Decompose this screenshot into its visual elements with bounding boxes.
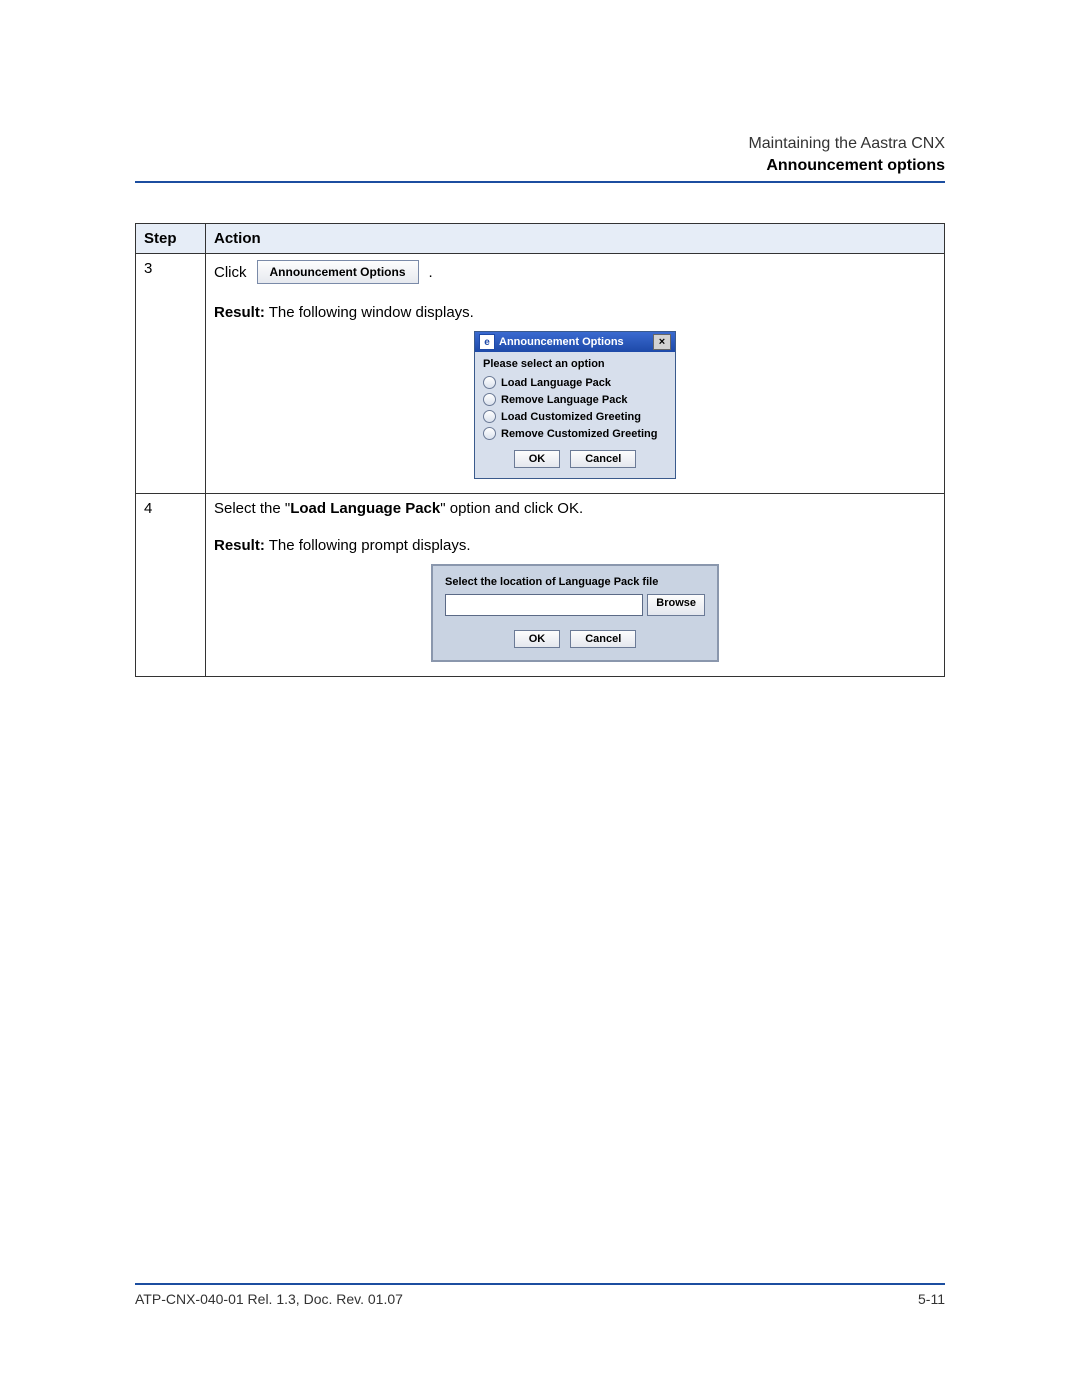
table-row: 4 Select the "Load Language Pack" option…: [136, 494, 945, 677]
app-icon: e: [479, 334, 495, 350]
col-header-step: Step: [136, 224, 206, 254]
header-rule: [135, 181, 945, 183]
click-word: Click: [214, 264, 247, 281]
steps-table: Step Action 3 Click Announcement Options…: [135, 223, 945, 677]
radio-icon: [483, 393, 496, 406]
click-instruction: Click Announcement Options .: [214, 260, 936, 284]
radio-option[interactable]: Load Language Pack: [483, 376, 667, 389]
announcement-options-button[interactable]: Announcement Options: [257, 260, 419, 284]
footer-page-number: 5-11: [918, 1291, 945, 1307]
radio-icon: [483, 427, 496, 440]
action-cell: Select the "Load Language Pack" option a…: [206, 494, 945, 677]
cancel-button[interactable]: Cancel: [570, 630, 636, 648]
file-path-input[interactable]: [445, 594, 643, 616]
instruction-bold: Load Language Pack: [290, 500, 440, 517]
col-header-action: Action: [206, 224, 945, 254]
radio-option[interactable]: Load Customized Greeting: [483, 410, 667, 423]
instruction-pre: Select the ": [214, 500, 290, 517]
browse-button[interactable]: Browse: [647, 594, 705, 616]
action-cell: Click Announcement Options . Result: The…: [206, 254, 945, 494]
header-breadcrumb: Maintaining the Aastra CNX: [135, 135, 945, 153]
step-number: 3: [136, 254, 206, 494]
footer-rule: [135, 1283, 945, 1285]
result-text: The following window displays.: [265, 304, 474, 321]
radio-label: Load Language Pack: [501, 377, 611, 389]
announcement-options-dialog: e Announcement Options × Please select a…: [474, 331, 676, 479]
ok-button[interactable]: OK: [514, 450, 561, 468]
table-row: 3 Click Announcement Options . Result: T…: [136, 254, 945, 494]
ok-button[interactable]: OK: [514, 630, 561, 648]
language-pack-file-dialog: Select the location of Language Pack fil…: [431, 564, 719, 662]
result-label: Result:: [214, 537, 265, 554]
result-label: Result:: [214, 304, 265, 321]
header-section-title: Announcement options: [135, 157, 945, 175]
radio-label: Load Customized Greeting: [501, 411, 641, 423]
dialog-title: Announcement Options: [499, 336, 624, 348]
radio-option[interactable]: Remove Customized Greeting: [483, 427, 667, 440]
result-line: Result: The following prompt displays.: [214, 537, 936, 554]
dialog-prompt: Please select an option: [483, 358, 667, 370]
document-page: Maintaining the Aastra CNX Announcement …: [0, 0, 1080, 1397]
instruction-post: " option and click OK.: [440, 500, 583, 517]
cancel-button[interactable]: Cancel: [570, 450, 636, 468]
radio-label: Remove Customized Greeting: [501, 428, 657, 440]
result-text: The following prompt displays.: [265, 537, 471, 554]
dialog-prompt: Select the location of Language Pack fil…: [445, 576, 705, 588]
radio-option[interactable]: Remove Language Pack: [483, 393, 667, 406]
page-footer: ATP-CNX-040-01 Rel. 1.3, Doc. Rev. 01.07…: [135, 1283, 945, 1307]
period: .: [429, 264, 433, 281]
radio-label: Remove Language Pack: [501, 394, 628, 406]
dialog-titlebar: e Announcement Options ×: [475, 332, 675, 352]
instruction-line: Select the "Load Language Pack" option a…: [214, 500, 936, 517]
result-line: Result: The following window displays.: [214, 304, 936, 321]
radio-icon: [483, 410, 496, 423]
footer-doc-id: ATP-CNX-040-01 Rel. 1.3, Doc. Rev. 01.07: [135, 1291, 403, 1307]
close-icon[interactable]: ×: [653, 334, 671, 350]
radio-icon: [483, 376, 496, 389]
step-number: 4: [136, 494, 206, 677]
